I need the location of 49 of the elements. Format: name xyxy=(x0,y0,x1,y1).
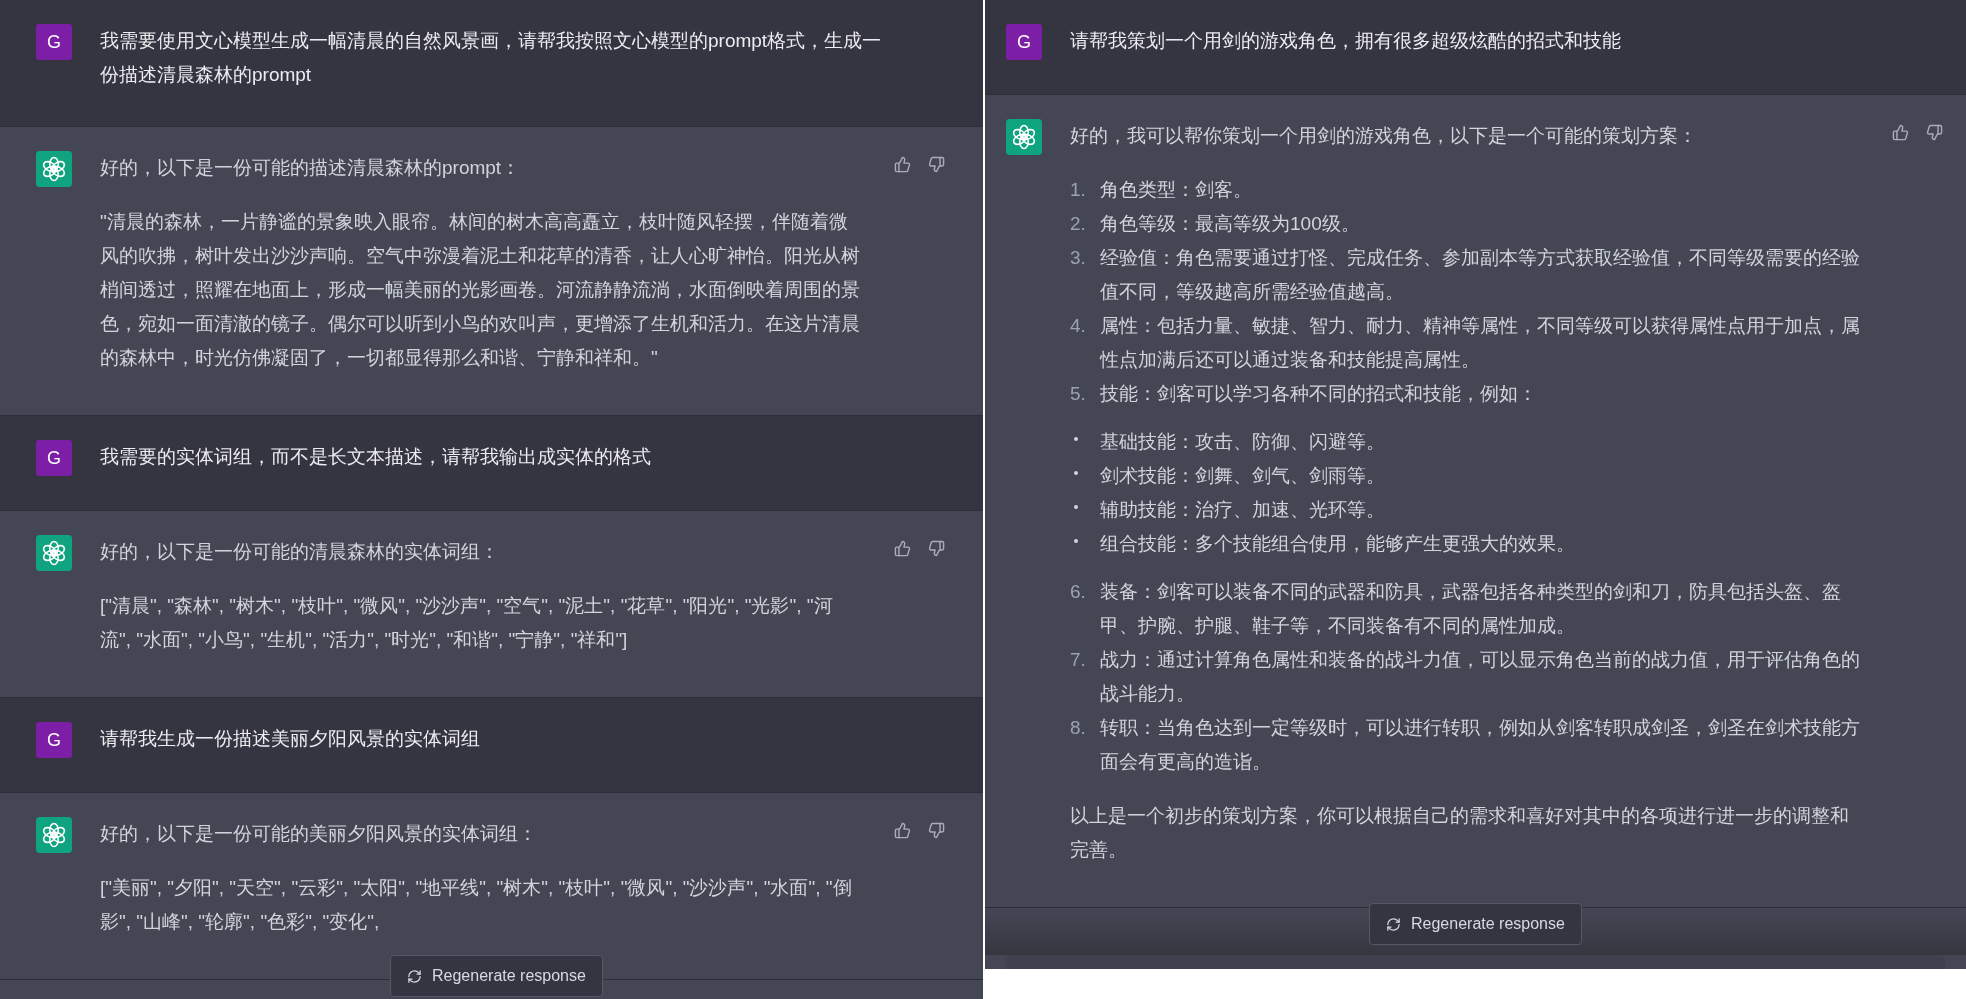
message-text: "清晨的森林，一片静谧的景象映入眼帘。林间的树木高高矗立，枝叶随风轻摆，伴随着微风的吹拂，树叶发出沙沙声响。空气中弥漫着泥土和花草的清香，让人心旷神怡。阳光从树梢间透过，照耀在地面上，形成一幅美丽的光影画卷。河流静静流淌，水面倒映着周围的景色，宛如一面清澈的镜子。偶尔可以听到小鸟的欢叫声，更增添了生机和活力。在这片清晨的森林中，时光仿佛凝固了，一切都显得那么和谐、宁静和祥和。" xyxy=(100,210,861,370)
message-text: ["清晨", "森林", "树木", "枝叶", "微风", "沙沙声", "空气", "泥土", "花草", "阳光", "光影", "河流", "水面", "小鸟", "生机", "活力", "时光", "和谐", "宁静", "祥和"] xyxy=(100,594,834,652)
list-item-text: 组合技能：多个技能组合使用，能够产生更强大的效果。 xyxy=(1100,532,1575,556)
bullet-icon xyxy=(1074,471,1078,475)
list-item-text: 辅助技能：治疗、加速、光环等。 xyxy=(1100,498,1385,522)
user-avatar: G xyxy=(1006,24,1042,60)
list-number: 6. xyxy=(1070,580,1087,604)
list-number: 3. xyxy=(1070,246,1087,270)
user-avatar: G xyxy=(36,440,72,476)
list-number: 2. xyxy=(1070,212,1087,236)
regenerate-button[interactable]: Regenerate response xyxy=(1369,903,1582,945)
user-avatar: G xyxy=(36,24,72,60)
list-item-text: 剑术技能：剑舞、剑气、剑雨等。 xyxy=(1100,464,1385,488)
list-item-text: 装备：剑客可以装备不同的武器和防具，武器包括各种类型的剑和刀，防具包括头盔、盔甲、护腕、护腿、鞋子等，不同装备有不同的属性加成。 xyxy=(1100,580,1842,638)
bullet-icon xyxy=(1074,539,1078,543)
message-text: 好的，以下是一份可能的清晨森林的实体词组： xyxy=(100,540,500,564)
message-text: 好的，以下是一份可能的描述清晨森林的prompt： xyxy=(100,156,522,180)
message-text: 好的，我可以帮你策划一个用剑的游戏角色，以下是一个可能的策划方案： xyxy=(1070,124,1698,148)
message-input-field[interactable] xyxy=(1006,955,1945,969)
message-text: 好的，以下是一份可能的美丽夕阳风景的实体词组： xyxy=(100,822,538,846)
list-item-text: 属性：包括力量、敏捷、智力、耐力、精神等属性，不同等级可以获得属性点用于加点，属性点加满后还可以通过装备和技能提高属性。 xyxy=(1100,314,1860,372)
bullet-icon xyxy=(1074,437,1078,441)
message-text: 我需要使用文心模型生成一幅清晨的自然风景画，请帮我按照文心模型的prompt格式，生成一份描述清晨森林的prompt xyxy=(100,29,883,87)
list-item-text: 基础技能：攻击、防御、闪避等。 xyxy=(1100,430,1385,454)
message-text: 请帮我生成一份描述美丽夕阳风景的实体词组 xyxy=(100,727,481,751)
assistant-avatar-icon xyxy=(36,817,72,853)
list-item-text: 经验值：角色需要通过打怪、完成任务、参加副本等方式获取经验值，不同等级需要的经验值不同，等级越高所需经验值越高。 xyxy=(1100,246,1860,304)
regenerate-button[interactable]: Regenerate response xyxy=(390,955,603,997)
message-text: 我需要的实体词组，而不是长文本描述，请帮我输出成实体的格式 xyxy=(100,445,652,469)
list-number: 8. xyxy=(1070,716,1087,740)
message-text: 请帮我策划一个用剑的游戏角色，拥有很多超级炫酷的招式和技能 xyxy=(1070,29,1622,53)
assistant-avatar-icon xyxy=(36,151,72,187)
user-avatar: G xyxy=(36,722,72,758)
list-number: 1. xyxy=(1070,178,1087,202)
bullet-icon xyxy=(1074,505,1078,509)
list-item-text: 技能：剑客可以学习各种不同的招式和技能，例如： xyxy=(1100,382,1537,406)
list-number: 5. xyxy=(1070,382,1087,406)
message-text: 以上是一个初步的策划方案，你可以根据自己的需求和喜好对其中的各项进行进一步的调整和完善。 xyxy=(1070,804,1850,862)
list-item-text: 战力：通过计算角色属性和装备的战斗力值，可以显示角色当前的战力值，用于评估角色的战斗能力。 xyxy=(1100,648,1860,706)
assistant-avatar-icon xyxy=(1006,119,1042,155)
list-item-text: 转职：当角色达到一定等级时，可以进行转职，例如从剑客转职成剑圣，剑圣在剑术技能方面会有更高的造诣。 xyxy=(1100,716,1860,774)
list-number: 7. xyxy=(1070,648,1087,672)
assistant-avatar-icon xyxy=(36,535,72,571)
list-item-text: 角色等级：最高等级为100级。 xyxy=(1100,212,1360,236)
list-item-text: 角色类型：剑客。 xyxy=(1100,178,1252,202)
refresh-icon xyxy=(407,968,422,984)
list-number: 4. xyxy=(1070,314,1087,338)
message-text: ["美丽", "夕阳", "天空", "云彩", "太阳", "地平线", "树木", "枝叶", "微风", "沙沙声", "水面", "倒影", "山峰", "轮廓", "色彩", "变化", xyxy=(100,876,853,934)
refresh-icon xyxy=(1386,916,1401,932)
